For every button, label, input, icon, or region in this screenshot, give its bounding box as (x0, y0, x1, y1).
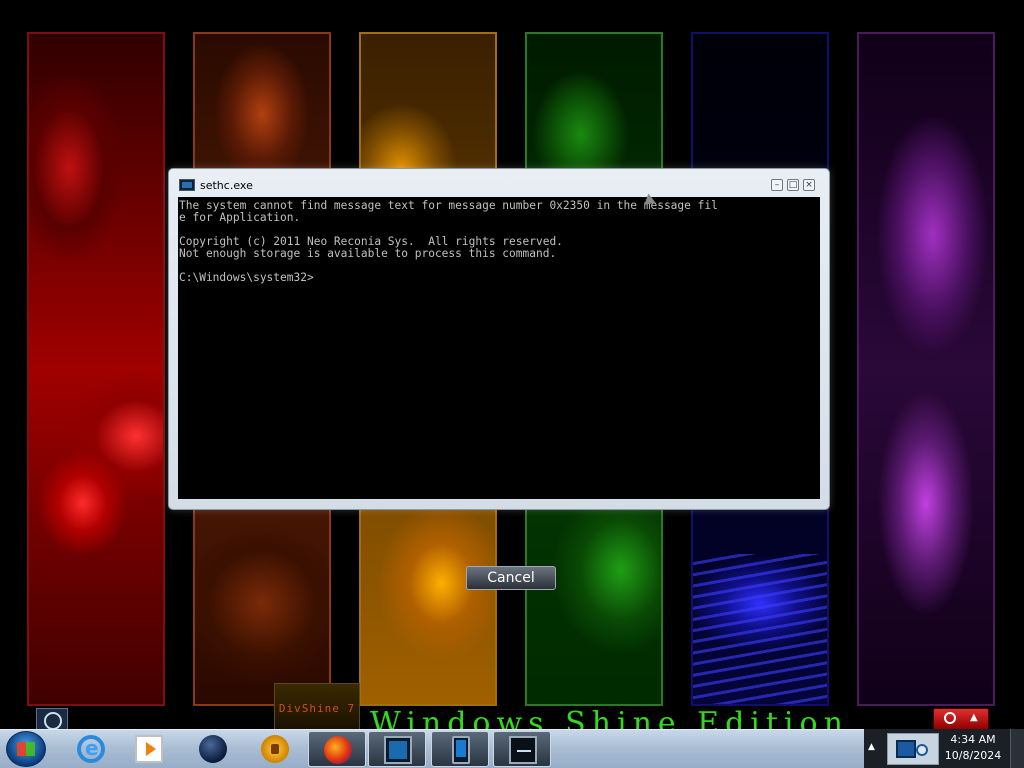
taskbar-item-internet-explorer[interactable] (62, 731, 120, 767)
internet-explorer-icon (77, 735, 105, 763)
console-window[interactable]: sethc.exe – □ × The system cannot find m… (168, 168, 830, 510)
command-prompt-icon (384, 736, 412, 764)
window-title: sethc.exe (200, 179, 253, 192)
taskbar-item-media-player[interactable] (120, 731, 178, 767)
wallpaper-panel-purple (857, 32, 995, 706)
taskbar-item-globe[interactable] (184, 731, 242, 767)
start-button[interactable] (6, 731, 46, 767)
clock-time: 4:34 AM (950, 733, 996, 746)
taskbar-item-monitor[interactable] (493, 731, 551, 767)
taskbar-item-command-prompt[interactable] (368, 731, 426, 767)
taskbar-item-tablet[interactable] (431, 731, 489, 767)
lock-icon (261, 735, 289, 763)
clock[interactable]: 4:34 AM 10/8/2024 (942, 732, 1004, 764)
clock-date: 10/8/2024 (944, 749, 1002, 762)
cancel-button[interactable]: Cancel (466, 566, 556, 590)
power-icon (944, 712, 956, 724)
close-button[interactable]: × (803, 179, 815, 191)
power-button[interactable]: ▲ (933, 708, 989, 730)
minimize-button[interactable]: – (771, 179, 783, 191)
console-output[interactable]: The system cannot find message text for … (178, 197, 820, 499)
console-app-icon (179, 179, 195, 191)
show-desktop-button[interactable] (1010, 729, 1024, 768)
monitor-icon (509, 736, 537, 764)
tray-overflow-arrow-icon[interactable]: ▲ (868, 742, 875, 752)
firefox-icon (324, 736, 352, 764)
taskbar-item-firefox[interactable] (308, 731, 366, 767)
console-text: The system cannot find message text for … (179, 199, 718, 284)
tablet-icon (452, 736, 470, 764)
media-player-icon (135, 735, 163, 763)
edition-badge: DivShine 7 (274, 683, 360, 731)
globe-icon (199, 735, 227, 763)
power-options-arrow-icon[interactable]: ▲ (970, 712, 978, 723)
wallpaper-panel-red (27, 32, 165, 706)
network-tray-icon[interactable] (887, 733, 939, 765)
taskbar-item-lock[interactable] (246, 731, 304, 767)
edition-badge-text: DivShine 7 (278, 702, 356, 715)
window-titlebar[interactable]: sethc.exe – □ × (169, 169, 829, 197)
maximize-button[interactable]: □ (787, 179, 799, 191)
